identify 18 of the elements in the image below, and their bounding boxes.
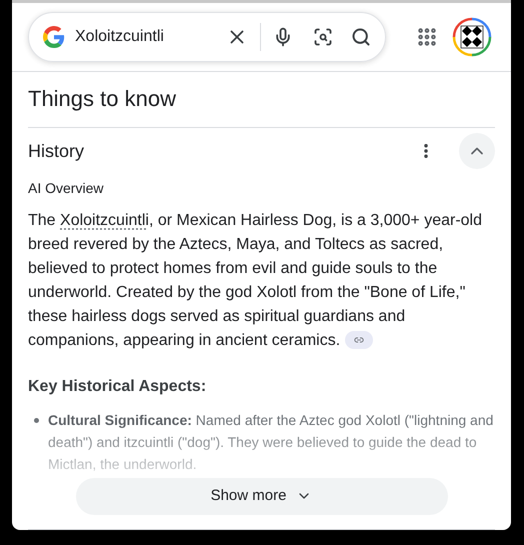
overview-label: AI Overview [28, 178, 104, 198]
aspect-text: Cultural Significance: Named after the Aztec god Xolotl ("lightning and death") and itzcuintli ("dog"). They were believed to guide the dead to Mictlan, the underworld. [48, 410, 494, 474]
account-avatar-icon[interactable] [452, 16, 492, 57]
camera-search-icon[interactable] [313, 26, 333, 47]
link-icon [354, 335, 364, 346]
google-logo-icon [43, 26, 65, 48]
section-title: Things to know [28, 82, 495, 128]
topic-title: History [28, 140, 86, 163]
search-query: Xoloitzcuintli [75, 26, 165, 47]
overview-paragraph: The Xoloitzcuintli, or Mexican Hairless Dog, is a 3,000+ year-old breed revered by the Aztecs, Maya, and Toltecs as sacred, believed to protect homes from evil and guide souls to the underworld. Created by the god Xolotl from the "Bone of Life," these hairless dogs served as spiritual guardians and companions, appearing in ancient ceramics. [28, 210, 483, 352]
search-field[interactable]: Xoloitzcuintli [28, 12, 386, 62]
search-icon[interactable] [351, 26, 371, 47]
apps-grid-icon[interactable] [416, 26, 438, 48]
show-more-button[interactable]: Show more [76, 478, 448, 515]
source-link-button[interactable] [344, 331, 373, 350]
key-aspects-heading: Key Historical Aspects: [28, 376, 208, 396]
term-link[interactable]: Xoloitzcuintli [60, 212, 149, 228]
collapse-button[interactable] [459, 133, 495, 169]
